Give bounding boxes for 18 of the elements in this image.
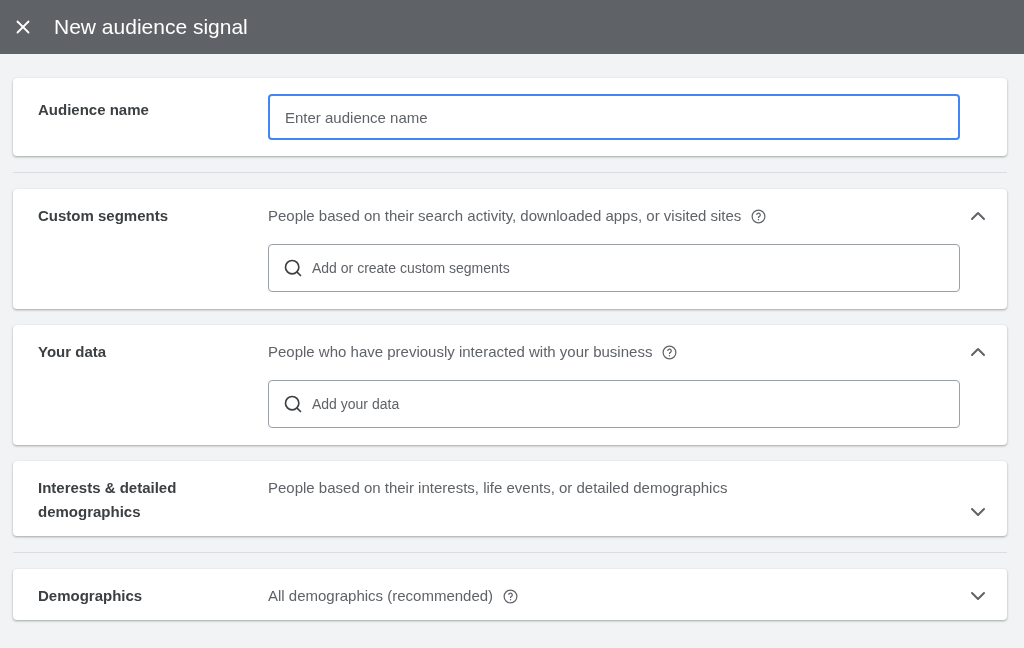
search-icon: [283, 394, 303, 414]
help-icon[interactable]: [503, 588, 519, 604]
section-description: People based on their search activity, downloaded apps, or visited sites: [268, 206, 742, 226]
help-icon[interactable]: [662, 344, 678, 360]
section-label: Demographics: [38, 586, 144, 606]
section-description: People based on their interests, life events, or detailed demographics: [268, 478, 728, 498]
search-field[interactable]: Add or create custom segments: [268, 244, 960, 292]
section-label: Interests & detailed demographics: [38, 478, 178, 522]
field-label: Audience name: [38, 100, 150, 120]
section-label: Your data: [38, 342, 108, 362]
section-label: Custom segments: [38, 206, 170, 226]
section-description: All demographics (recommended): [268, 586, 494, 606]
search-field[interactable]: Add your data: [268, 380, 960, 428]
section-description: People who have previously interacted with your business: [268, 342, 653, 362]
search-icon: [283, 258, 303, 278]
audience-name-input[interactable]: Enter audience name: [268, 94, 960, 140]
help-icon[interactable]: [751, 208, 767, 224]
window-title: New audience signal: [54, 15, 248, 39]
